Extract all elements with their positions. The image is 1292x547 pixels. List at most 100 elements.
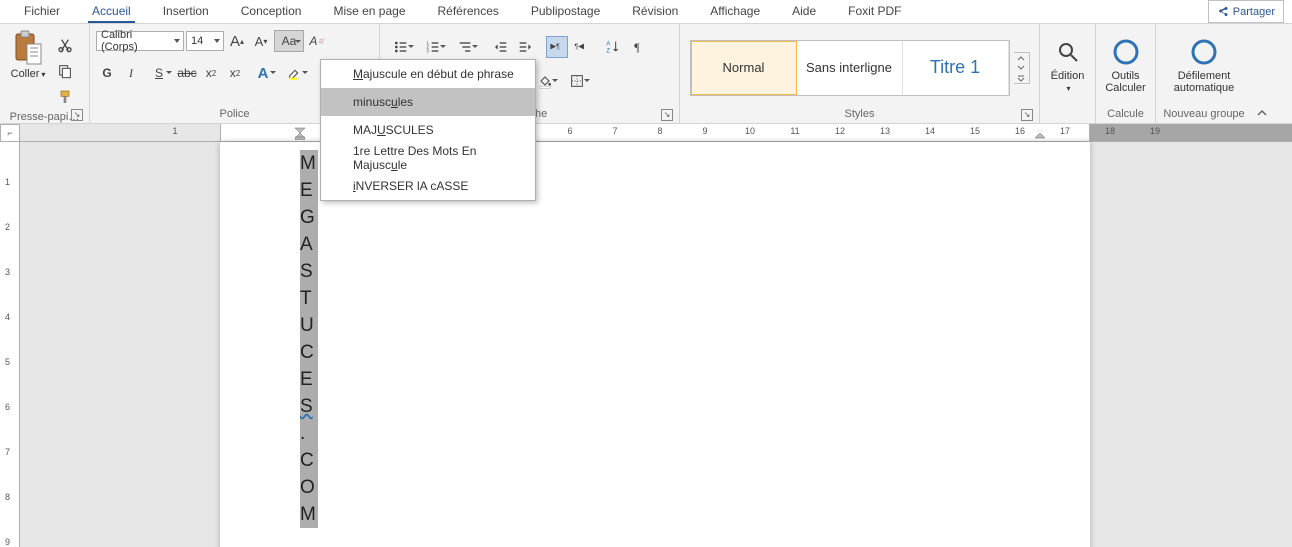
subscript-button[interactable]: x2 (200, 62, 222, 84)
clear-formatting-button[interactable]: A⚟ (306, 30, 328, 52)
vruler-tick: 4 (5, 312, 10, 322)
hruler-tick: 18 (1105, 126, 1115, 136)
numbering-icon: 123 (425, 39, 441, 55)
doc-char[interactable]: O (300, 474, 318, 501)
menu-mailmerge[interactable]: Publipostage (515, 0, 616, 23)
tab-selector[interactable]: ⌐ (0, 124, 20, 142)
sort-button[interactable]: AZ (602, 36, 624, 58)
doc-char[interactable]: M (300, 501, 318, 528)
cut-button[interactable] (54, 34, 76, 56)
indent-marker-left[interactable] (295, 124, 305, 143)
indent-marker-right[interactable] (1035, 124, 1045, 143)
menu-layout[interactable]: Mise en page (317, 0, 421, 23)
menu-review[interactable]: Révision (616, 0, 694, 23)
rtl-icon: ¶◀ (573, 39, 589, 55)
case-capitalize[interactable]: 1re Lettre Des Mots En Majuscule (321, 144, 535, 172)
autoscroll-label1: Défilement (1164, 70, 1244, 82)
menu-foxit[interactable]: Foxit PDF (832, 0, 917, 23)
group-label-calc: Calcule (1102, 105, 1149, 123)
format-painter-button[interactable] (54, 86, 76, 108)
font-name-combo[interactable]: Calibri (Corps) (96, 31, 184, 51)
style-heading1[interactable]: Titre 1 (903, 41, 1009, 95)
doc-char[interactable]: . (300, 420, 318, 447)
share-button[interactable]: Partager (1208, 0, 1284, 23)
menu-design[interactable]: Conception (225, 0, 318, 23)
doc-char[interactable]: A (300, 231, 318, 258)
gallery-up[interactable] (1014, 53, 1029, 63)
text-effects-button[interactable]: A (248, 62, 278, 84)
vertical-ruler[interactable]: 1 2 3 4 5 6 7 8 9 (0, 142, 20, 547)
scissors-icon (57, 37, 73, 53)
doc-char[interactable]: G (300, 204, 318, 231)
svg-text:3: 3 (426, 48, 429, 53)
menu-view[interactable]: Affichage (694, 0, 776, 23)
doc-char[interactable]: S (300, 258, 318, 285)
case-lower[interactable]: minuscules (321, 88, 535, 116)
paste-button[interactable]: Coller▾ (6, 30, 50, 80)
document-canvas[interactable]: M E G A S T U C E S . C O M (20, 142, 1292, 547)
page[interactable]: M E G A S T U C E S . C O M (220, 142, 1090, 547)
menu-references[interactable]: Références (422, 0, 515, 23)
gallery-more[interactable] (1014, 73, 1029, 83)
horizontal-ruler[interactable]: 1 1 2 3 4 5 6 7 8 9 10 11 12 13 14 15 16… (20, 124, 1292, 142)
hruler-tick: 15 (970, 126, 980, 136)
change-case-button[interactable]: Aa (274, 30, 304, 52)
doc-char[interactable]: T (300, 285, 318, 312)
editing-button[interactable]: Édition▾ (1046, 30, 1089, 94)
ltr-icon: ▶¶ (549, 39, 565, 55)
copy-icon (57, 63, 73, 79)
outdent-button[interactable] (490, 36, 512, 58)
svg-text:▶¶: ▶¶ (550, 41, 560, 50)
grow-font-button[interactable]: A▴ (226, 30, 248, 52)
underline-button[interactable]: S (144, 62, 174, 84)
menu-help[interactable]: Aide (776, 0, 832, 23)
style-gallery-scroll (1014, 52, 1030, 84)
case-sentence[interactable]: Majuscule en début de phrase (321, 60, 535, 88)
dialog-launcher-clipboard[interactable]: ↘ (71, 109, 83, 121)
svg-text:¶◀: ¶◀ (574, 41, 584, 50)
copy-button[interactable] (54, 60, 76, 82)
bold-button[interactable]: G (96, 62, 118, 84)
tools-label2: Calculer (1102, 82, 1149, 94)
superscript-button[interactable]: x2 (224, 62, 246, 84)
multilevel-button[interactable] (450, 36, 480, 58)
hruler-tick: 16 (1015, 126, 1025, 136)
doc-char[interactable]: E (300, 366, 318, 393)
doc-char[interactable]: M (300, 150, 318, 177)
autoscroll-button[interactable]: Défilement automatique (1164, 30, 1244, 94)
ltr-button[interactable]: ▶¶ (546, 36, 568, 58)
dialog-launcher-paragraph[interactable]: ↘ (661, 109, 673, 121)
style-no-spacing[interactable]: Sans interligne (797, 41, 903, 95)
doc-char[interactable]: U (300, 312, 318, 339)
menu-home[interactable]: Accueil (76, 0, 147, 23)
show-marks-button[interactable]: ¶ (626, 36, 648, 58)
highlight-button[interactable] (280, 62, 310, 84)
outdent-icon (493, 39, 509, 55)
document-text[interactable]: M E G A S T U C E S . C O M (300, 150, 318, 528)
case-upper[interactable]: MAJUSCULES (321, 116, 535, 144)
indent-button[interactable] (514, 36, 536, 58)
italic-button[interactable]: I (120, 62, 142, 84)
dialog-launcher-styles[interactable]: ↘ (1021, 109, 1033, 121)
doc-char[interactable]: S (300, 393, 318, 420)
doc-char[interactable]: C (300, 339, 318, 366)
rtl-button[interactable]: ¶◀ (570, 36, 592, 58)
borders-button[interactable] (562, 70, 592, 92)
menu-file[interactable]: Fichier (8, 0, 76, 23)
style-normal[interactable]: Normal (691, 41, 797, 95)
tools-calc-button[interactable]: Outils Calculer (1102, 30, 1149, 94)
menu-insert[interactable]: Insertion (147, 0, 225, 23)
shrink-font-button[interactable]: A▾ (250, 30, 272, 52)
collapse-ribbon-button[interactable] (1252, 24, 1272, 123)
bullets-button[interactable] (386, 36, 416, 58)
gallery-down[interactable] (1014, 63, 1029, 73)
numbering-button[interactable]: 123 (418, 36, 448, 58)
vruler-tick: 5 (5, 357, 10, 367)
strikethrough-button[interactable]: abc (176, 62, 198, 84)
doc-char[interactable]: E (300, 177, 318, 204)
sort-icon: AZ (605, 39, 621, 55)
case-toggle[interactable]: iNVERSER lA cASSE (321, 172, 535, 200)
menu-bar: Fichier Accueil Insertion Conception Mis… (0, 0, 1292, 24)
font-size-combo[interactable]: 14 (186, 31, 224, 51)
doc-char[interactable]: C (300, 447, 318, 474)
